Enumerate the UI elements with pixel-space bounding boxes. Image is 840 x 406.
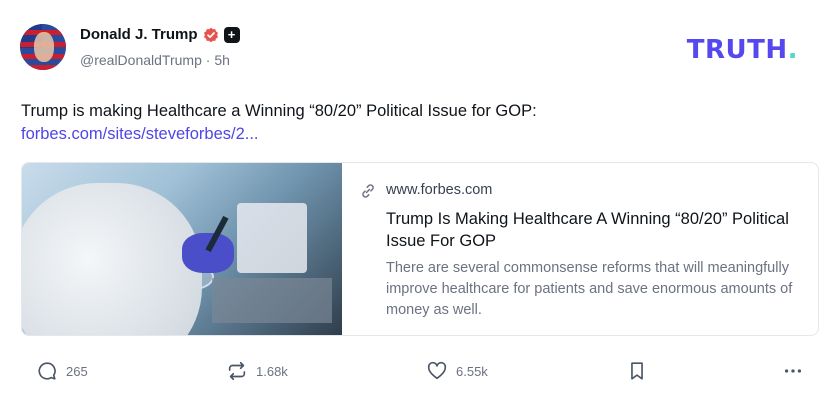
post-link[interactable]: forbes.com/sites/steveforbes/2...	[21, 123, 259, 146]
link-preview-card[interactable]: www.forbes.com Trump Is Making Healthcar…	[21, 162, 819, 336]
verified-badge-icon	[203, 27, 218, 42]
card-body: www.forbes.com Trump Is Making Healthcar…	[342, 163, 818, 335]
more-options-button[interactable]	[782, 356, 804, 386]
action-bar: 265 1.68k 6.55k	[36, 356, 808, 386]
more-icon	[784, 369, 802, 373]
meta-separator: ·	[205, 52, 211, 68]
card-title[interactable]: Trump Is Making Healthcare A Winning “80…	[386, 208, 794, 252]
lab-tray	[212, 278, 332, 323]
like-button[interactable]: 6.55k	[426, 356, 488, 386]
card-domain: www.forbes.com	[386, 182, 493, 198]
glove	[182, 233, 234, 273]
logo-text: TRUTH	[686, 35, 788, 65]
avatar-stripe	[20, 65, 66, 70]
card-description: There are several commonsense reforms th…	[386, 260, 793, 318]
truth-logo[interactable]: TRUTH.	[687, 35, 798, 65]
reply-count: 265	[66, 363, 88, 379]
link-icon	[362, 184, 374, 198]
logo-dot: .	[787, 35, 798, 65]
retruth-count: 1.68k	[256, 363, 288, 379]
reply-button[interactable]: 265	[36, 356, 88, 386]
heart-icon	[427, 361, 447, 380]
lab-rack	[237, 203, 307, 273]
bookmark-button[interactable]	[626, 356, 648, 386]
post-timestamp[interactable]: 5h	[214, 52, 230, 68]
display-name[interactable]: Donald J. Trump	[80, 26, 198, 43]
like-count: 6.55k	[456, 363, 488, 379]
handle-row: @realDonaldTrump · 5h	[80, 52, 230, 68]
user-handle[interactable]: @realDonaldTrump	[80, 52, 202, 68]
post-text: Trump is making Healthcare a Winning “80…	[21, 102, 537, 120]
card-image[interactable]	[22, 163, 342, 335]
repost-icon	[228, 361, 246, 381]
post-header: Donald J. Trump + @realDonaldTrump · 5h …	[20, 22, 820, 74]
lab-coat	[22, 183, 202, 335]
avatar-face	[34, 32, 54, 62]
comment-icon	[38, 362, 56, 380]
plus-badge-icon: +	[223, 26, 240, 43]
retruth-button[interactable]: 1.68k	[226, 356, 288, 386]
bookmark-icon	[631, 362, 643, 380]
name-row: Donald J. Trump +	[80, 26, 240, 43]
avatar[interactable]	[20, 24, 66, 70]
